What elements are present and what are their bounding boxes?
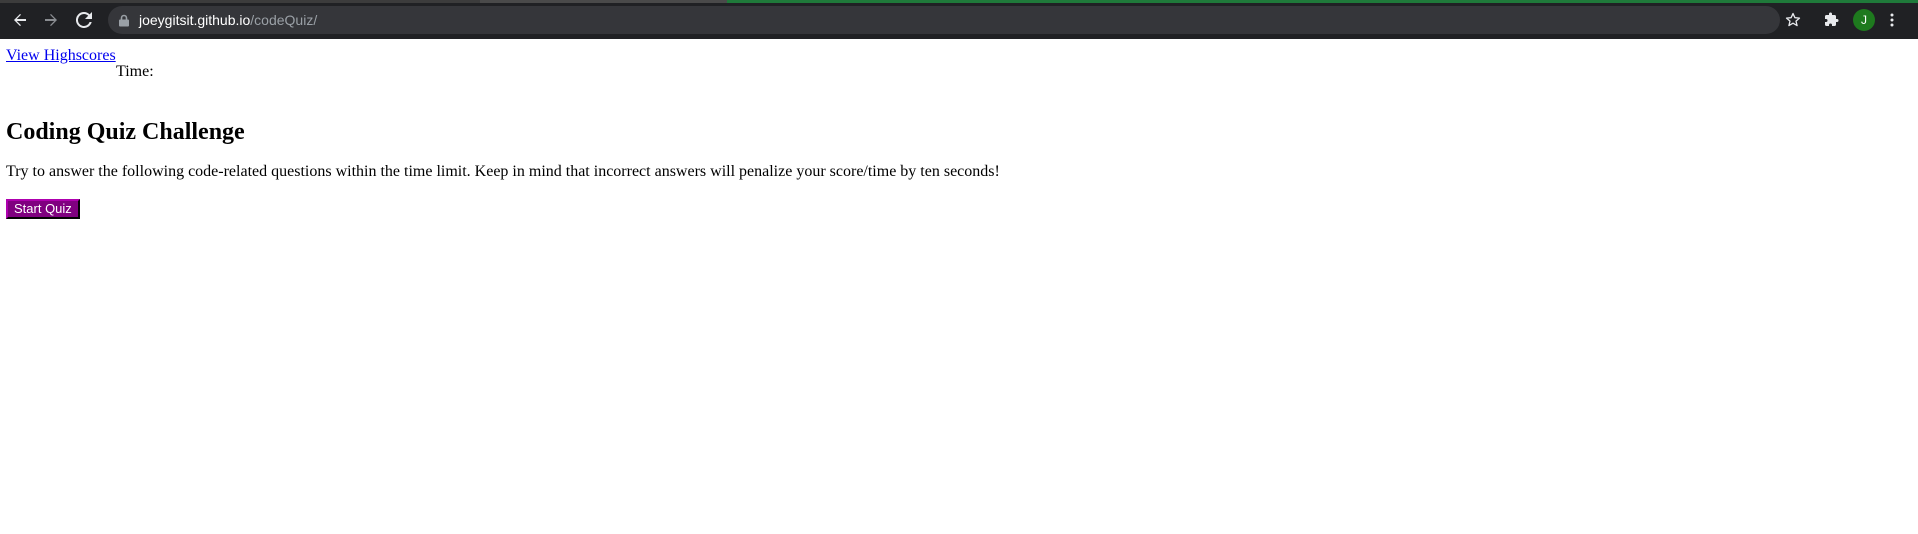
- arrow-right-icon: [45, 14, 57, 26]
- star-icon: [1785, 12, 1801, 27]
- inactive-tab-strip: [480, 0, 727, 3]
- reload-button[interactable]: [72, 8, 96, 32]
- kebab-menu-icon: [1890, 13, 1894, 27]
- start-quiz-button[interactable]: Start Quiz: [6, 199, 80, 219]
- puzzle-icon: [1825, 12, 1839, 26]
- reload-icon: [76, 12, 92, 28]
- profile-button[interactable]: J: [1853, 9, 1875, 31]
- arrow-left-icon: [14, 14, 26, 26]
- view-highscores-link[interactable]: View Highscores: [6, 47, 116, 65]
- browser-toolbar: joeygitsit.github.io/codeQuiz/ J: [0, 0, 1918, 39]
- extensions-button[interactable]: [1821, 9, 1843, 31]
- url-text[interactable]: joeygitsit.github.io/codeQuiz/: [139, 11, 317, 29]
- quiz-instructions: Try to answer the following code-related…: [6, 163, 1000, 180]
- url-path: /codeQuiz/: [250, 12, 318, 28]
- back-button[interactable]: [8, 8, 32, 32]
- address-bar[interactable]: [108, 6, 1780, 34]
- url-host: joeygitsit.github.io: [139, 12, 251, 28]
- active-tab-strip: [727, 0, 1918, 3]
- page-title: Coding Quiz Challenge: [6, 119, 245, 145]
- lock-icon: [119, 14, 129, 27]
- timer-label: Time:: [116, 63, 154, 80]
- bookmark-button[interactable]: [1782, 9, 1804, 31]
- forward-button[interactable]: [39, 8, 63, 32]
- tab-strip-accent: [0, 0, 1918, 3]
- browser-menu-button[interactable]: [1881, 9, 1903, 31]
- page-content: View Highscores Time: Coding Quiz Challe…: [0, 39, 1918, 534]
- avatar: J: [1853, 9, 1875, 31]
